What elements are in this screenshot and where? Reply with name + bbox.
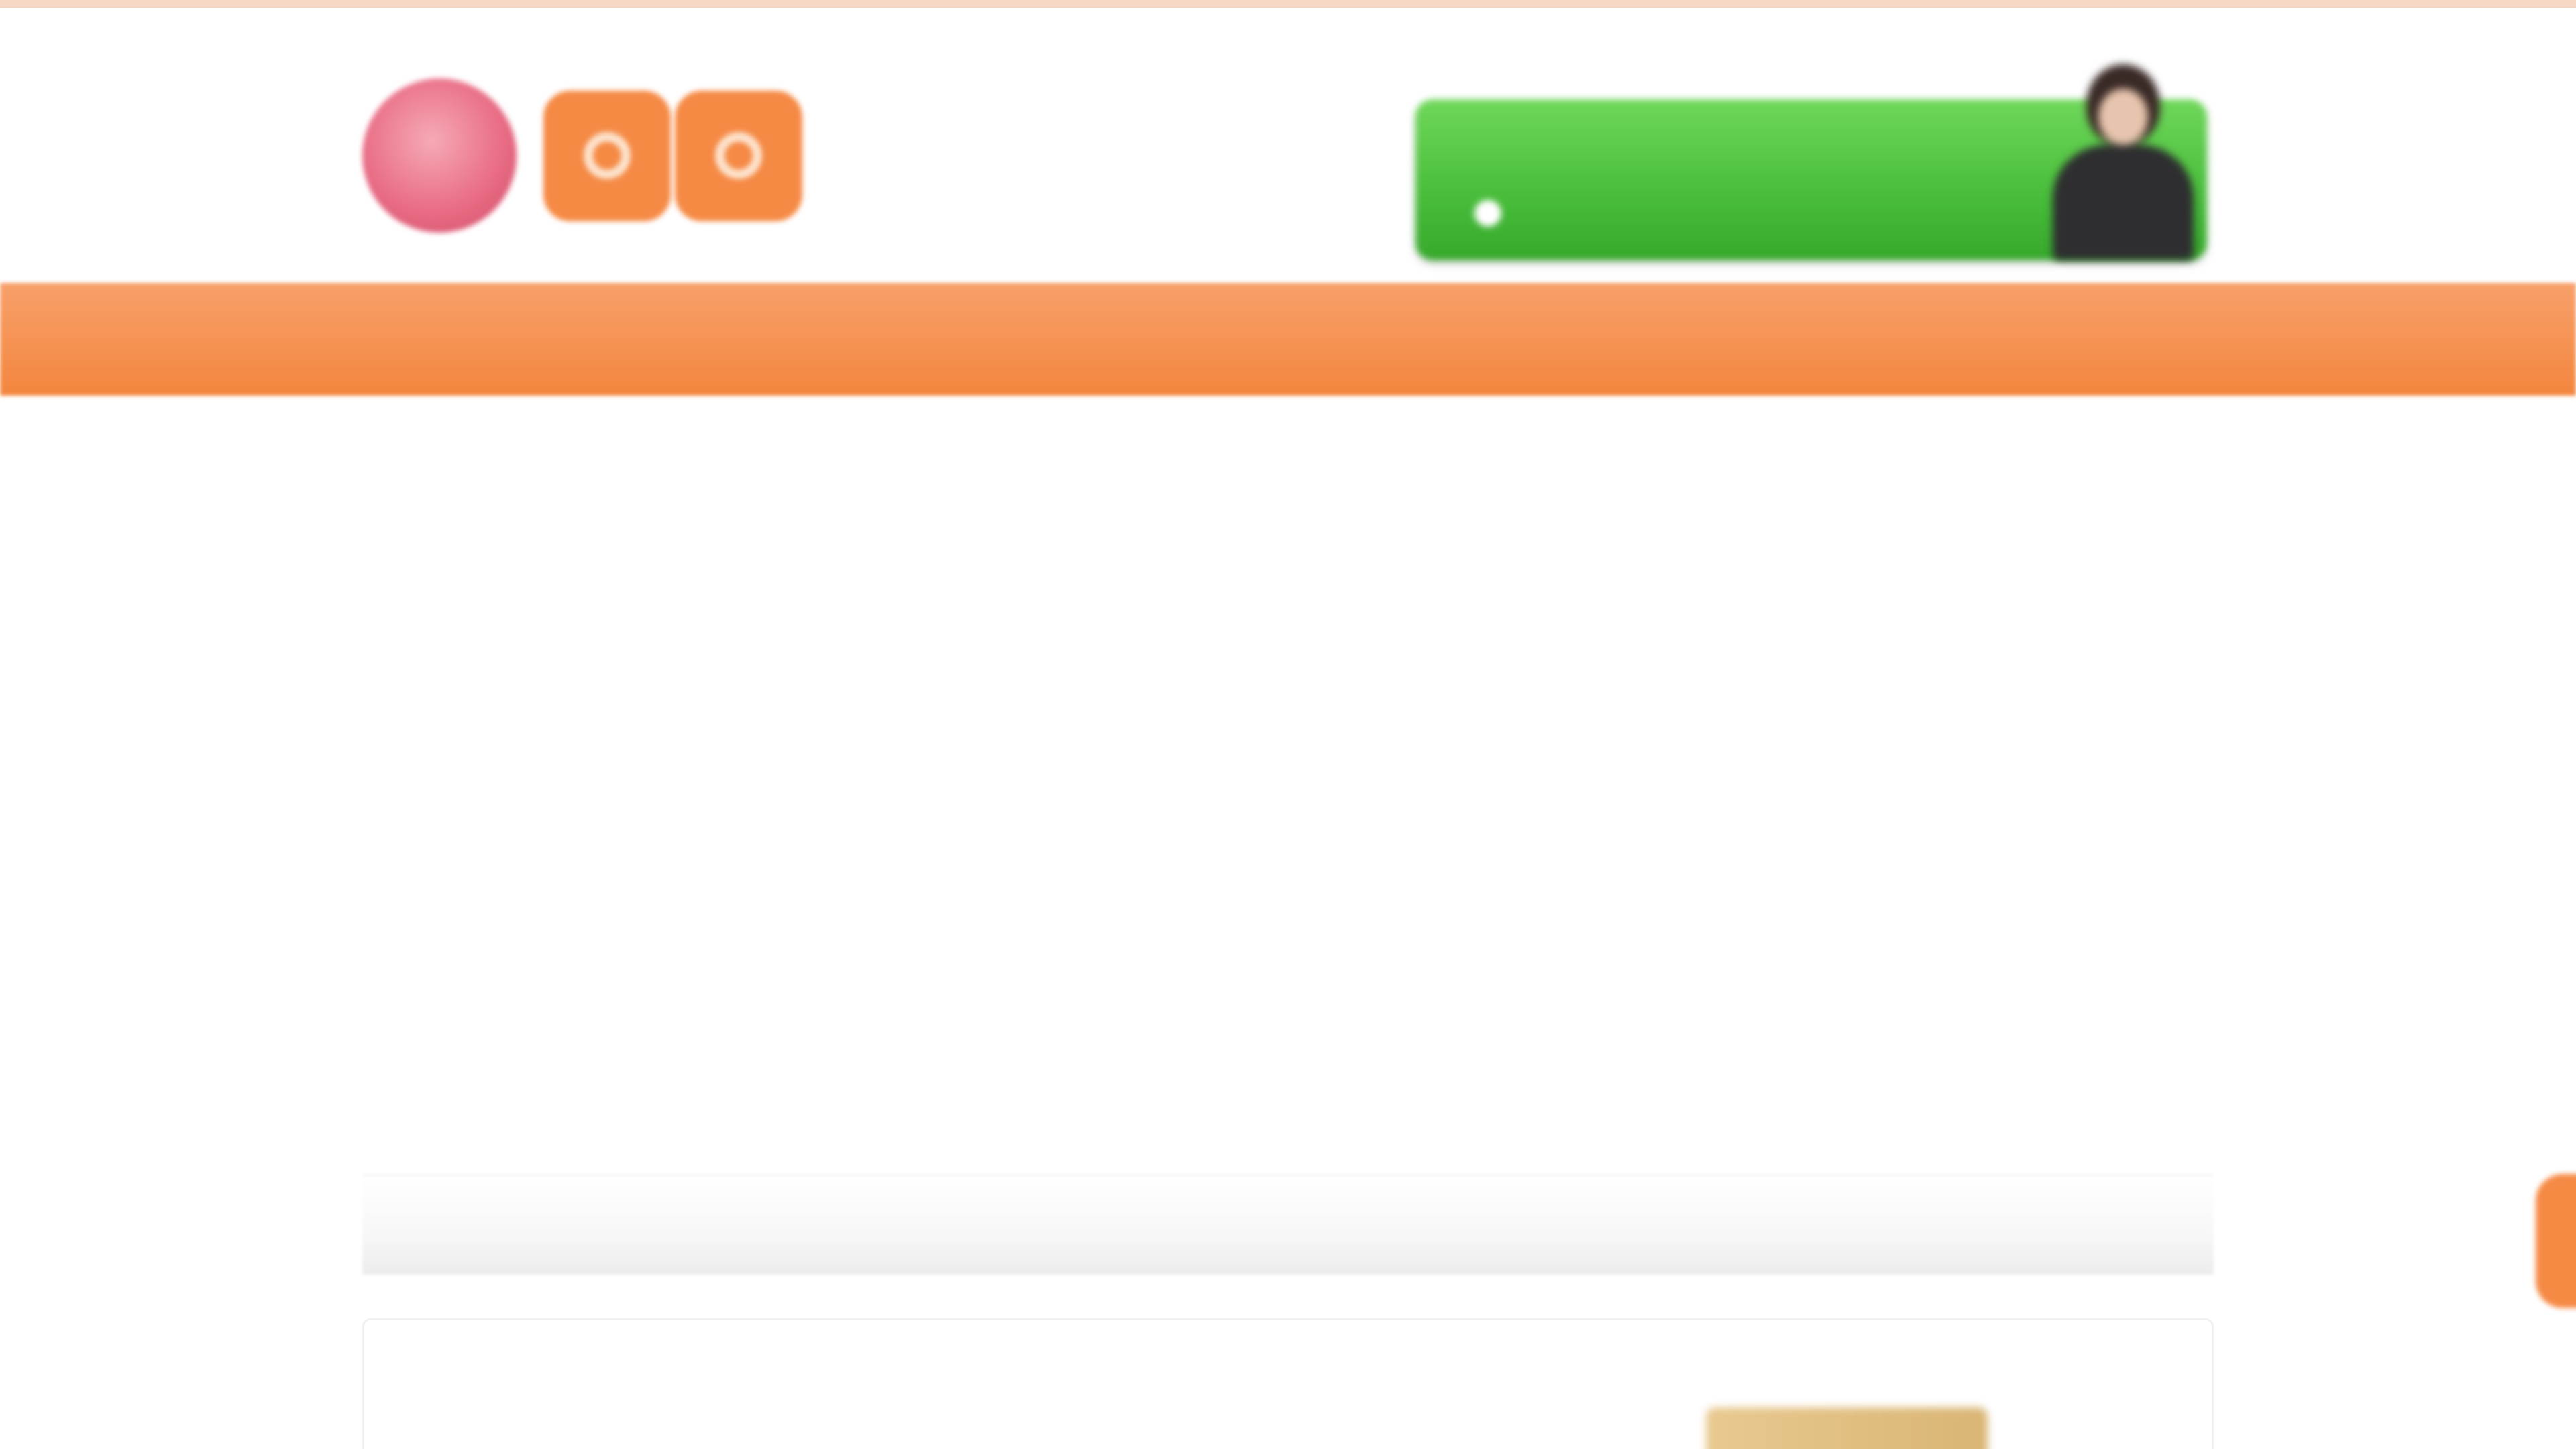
- main-nav: [0, 283, 2576, 396]
- cta-highlight-text: [1697, 140, 2019, 160]
- logo-badge-icon: [675, 90, 802, 221]
- top-accent-line: [0, 0, 2576, 8]
- logo-emblem-icon: [362, 78, 517, 233]
- article-card[interactable]: [362, 1318, 2214, 1449]
- cta-bullet-icon: [1474, 200, 1501, 227]
- article-thumbnail[interactable]: [1706, 1407, 1988, 1449]
- nav-items: [362, 283, 583, 396]
- logo-badges: [543, 90, 806, 221]
- check-icon: [411, 1374, 472, 1448]
- section-header: [362, 1174, 2214, 1275]
- logo-badge-icon: [543, 90, 671, 221]
- page: [0, 0, 2576, 1449]
- side-floating-tab[interactable]: [2536, 1174, 2576, 1308]
- cta-person-image: [2033, 64, 2207, 260]
- site-logo[interactable]: [362, 62, 1221, 250]
